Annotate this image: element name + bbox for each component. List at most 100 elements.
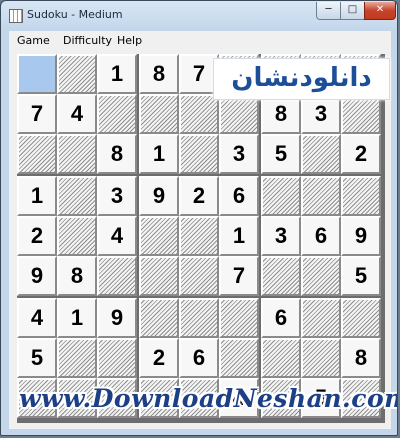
sudoku-cell-r3c7[interactable]: 5 <box>261 134 301 174</box>
sudoku-cell-r6c6[interactable]: 7 <box>219 256 259 296</box>
sudoku-cell-r6c2[interactable]: 8 <box>57 256 97 296</box>
cell-value <box>303 300 339 336</box>
cell-value <box>181 136 217 172</box>
sudoku-cell-r4c7[interactable] <box>261 176 301 216</box>
sudoku-cell-r7c6[interactable] <box>219 298 259 338</box>
sudoku-cell-r8c1[interactable]: 5 <box>17 338 57 378</box>
sudoku-cell-r3c1[interactable] <box>17 134 57 174</box>
sudoku-cell-r7c1[interactable]: 4 <box>17 298 57 338</box>
cell-value: 8 <box>152 61 166 86</box>
sudoku-cell-r8c5[interactable]: 6 <box>179 338 219 378</box>
sudoku-cell-r6c1[interactable]: 9 <box>17 256 57 296</box>
cell-value: 4 <box>110 223 124 248</box>
sudoku-cell-r3c6[interactable]: 3 <box>219 134 259 174</box>
sudoku-cell-r8c4[interactable]: 2 <box>139 338 179 378</box>
sudoku-cell-r8c7[interactable] <box>261 338 301 378</box>
cell-value: 1 <box>110 61 124 86</box>
cell-value <box>181 218 217 254</box>
window-title: Sudoku - Medium <box>27 8 123 21</box>
sudoku-cell-r4c1[interactable]: 1 <box>17 176 57 216</box>
cell-value <box>59 178 95 214</box>
cell-value <box>99 258 135 294</box>
title-bar[interactable]: Sudoku - Medium ─ □ ✕ <box>1 1 397 31</box>
sudoku-cell-r7c7[interactable]: 6 <box>261 298 301 338</box>
cell-value: 9 <box>30 263 44 288</box>
sudoku-cell-r3c4[interactable]: 1 <box>139 134 179 174</box>
cell-value: 7 <box>232 263 246 288</box>
menu-game[interactable]: Game <box>17 34 50 47</box>
sudoku-cell-r6c5[interactable] <box>179 256 219 296</box>
cell-value <box>303 136 339 172</box>
sudoku-cell-r3c9[interactable]: 2 <box>341 134 381 174</box>
sudoku-cell-r5c5[interactable] <box>179 216 219 256</box>
sudoku-cell-r8c3[interactable] <box>97 338 137 378</box>
sudoku-cell-r1c3[interactable]: 1 <box>97 54 137 94</box>
sudoku-cell-r4c9[interactable] <box>341 176 381 216</box>
sudoku-cell-r3c2[interactable] <box>57 134 97 174</box>
sudoku-cell-r7c8[interactable] <box>301 298 341 338</box>
sudoku-cell-r3c3[interactable]: 8 <box>97 134 137 174</box>
sudoku-cell-r8c9[interactable]: 8 <box>341 338 381 378</box>
sudoku-cell-r1c4[interactable]: 8 <box>139 54 179 94</box>
sudoku-cell-r5c8[interactable]: 6 <box>301 216 341 256</box>
sudoku-cell-r1c2[interactable] <box>57 54 97 94</box>
cell-value <box>59 340 95 376</box>
sudoku-cell-r8c6[interactable] <box>219 338 259 378</box>
sudoku-cell-r5c7[interactable]: 3 <box>261 216 301 256</box>
sudoku-cell-r2c7[interactable]: 8 <box>261 94 301 134</box>
sudoku-cell-r8c8[interactable] <box>301 338 341 378</box>
cell-value <box>221 300 257 336</box>
sudoku-cell-r7c9[interactable] <box>341 298 381 338</box>
cell-value <box>221 340 257 376</box>
sudoku-cell-r2c9[interactable] <box>341 94 381 134</box>
sudoku-cell-r2c6[interactable] <box>219 94 259 134</box>
sudoku-cell-r2c2[interactable]: 4 <box>57 94 97 134</box>
minimize-button[interactable]: ─ <box>316 2 341 20</box>
sudoku-cell-r6c9[interactable]: 5 <box>341 256 381 296</box>
sudoku-cell-r7c4[interactable] <box>139 298 179 338</box>
cell-value <box>343 96 379 132</box>
sudoku-cell-r3c5[interactable] <box>179 134 219 174</box>
sudoku-cell-r4c2[interactable] <box>57 176 97 216</box>
sudoku-cell-r5c2[interactable] <box>57 216 97 256</box>
cell-value <box>141 258 177 294</box>
cell-value: 6 <box>314 223 328 248</box>
sudoku-cell-r7c2[interactable]: 1 <box>57 298 97 338</box>
sudoku-cell-r5c1[interactable]: 2 <box>17 216 57 256</box>
sudoku-cell-r2c4[interactable] <box>139 94 179 134</box>
sudoku-cell-r8c2[interactable] <box>57 338 97 378</box>
sudoku-cell-r2c5[interactable] <box>179 94 219 134</box>
sudoku-cell-r4c4[interactable]: 9 <box>139 176 179 216</box>
cell-value <box>263 258 299 294</box>
cell-value: 7 <box>192 61 206 86</box>
sudoku-cell-r2c8[interactable]: 3 <box>301 94 341 134</box>
maximize-button[interactable]: □ <box>340 2 365 20</box>
close-button[interactable]: ✕ <box>364 2 396 20</box>
cell-value <box>181 96 217 132</box>
sudoku-cell-r5c4[interactable] <box>139 216 179 256</box>
menu-difficulty[interactable]: Difficulty <box>63 34 112 47</box>
sudoku-cell-r4c8[interactable] <box>301 176 341 216</box>
sudoku-cell-r4c3[interactable]: 3 <box>97 176 137 216</box>
sudoku-cell-r6c3[interactable] <box>97 256 137 296</box>
watermark-logo-text: دانلودنشان <box>213 58 390 100</box>
sudoku-cell-r5c6[interactable]: 1 <box>219 216 259 256</box>
sudoku-cell-r2c3[interactable] <box>97 94 137 134</box>
sudoku-cell-r7c3[interactable]: 9 <box>97 298 137 338</box>
cell-value: 8 <box>274 101 288 126</box>
cell-value: 8 <box>110 141 124 166</box>
sudoku-cell-r4c6[interactable]: 6 <box>219 176 259 216</box>
sudoku-cell-r4c5[interactable]: 2 <box>179 176 219 216</box>
sudoku-cell-r2c1[interactable]: 7 <box>17 94 57 134</box>
sudoku-cell-r5c3[interactable]: 4 <box>97 216 137 256</box>
sudoku-cell-r6c7[interactable] <box>261 256 301 296</box>
cell-value <box>99 340 135 376</box>
sudoku-cell-r3c8[interactable] <box>301 134 341 174</box>
sudoku-cell-r6c4[interactable] <box>139 256 179 296</box>
sudoku-window: Sudoku - Medium ─ □ ✕ Game Difficulty He… <box>0 0 398 436</box>
sudoku-cell-r5c9[interactable]: 9 <box>341 216 381 256</box>
menu-help[interactable]: Help <box>117 34 142 47</box>
sudoku-cell-r7c5[interactable] <box>179 298 219 338</box>
sudoku-cell-r6c8[interactable] <box>301 256 341 296</box>
sudoku-cell-r1c1[interactable] <box>17 54 57 94</box>
